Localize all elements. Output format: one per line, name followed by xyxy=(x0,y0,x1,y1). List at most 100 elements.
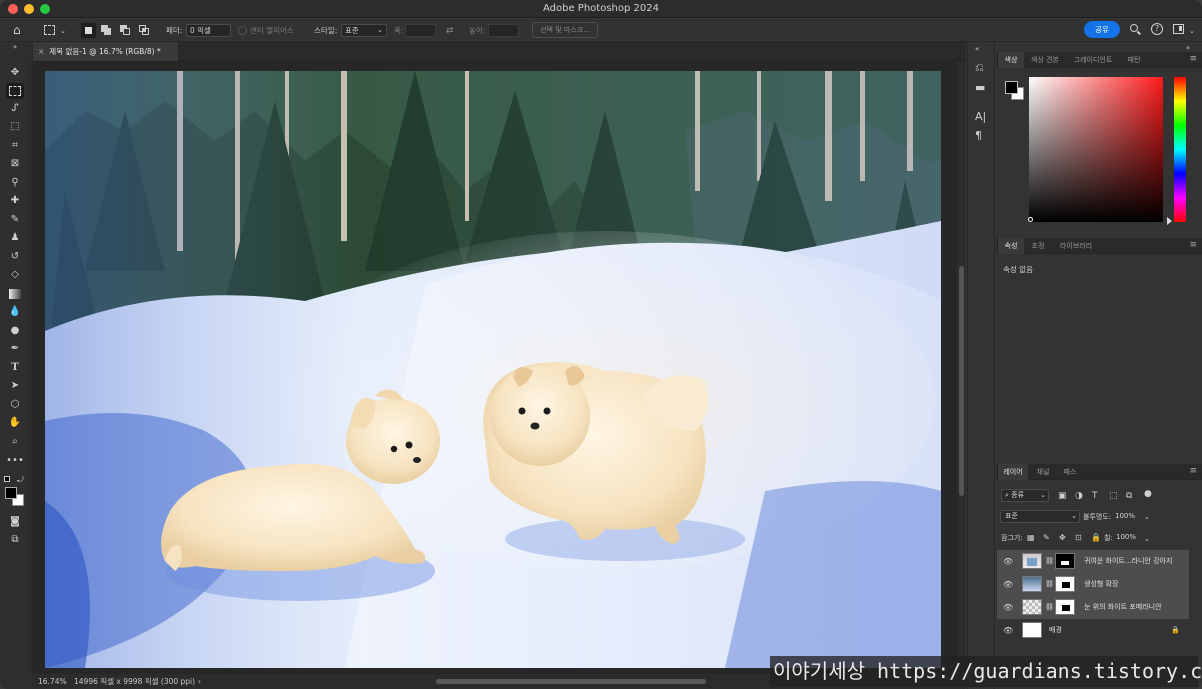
hue-slider-marker[interactable] xyxy=(1167,217,1172,225)
blend-mode-select[interactable]: 표준 ⌄ xyxy=(1000,510,1080,523)
brush-tool-icon[interactable]: ✎ xyxy=(6,212,24,228)
eye-icon[interactable]: 👁 xyxy=(1003,596,1013,619)
character-panel-icon[interactable]: A| xyxy=(975,111,986,123)
frame-tool-icon[interactable]: ⊠ xyxy=(6,156,24,172)
select-and-mask-button[interactable]: 선택 및 마스크... xyxy=(532,22,598,38)
filter-smart-object-icon[interactable]: ⧉ xyxy=(1126,490,1132,502)
link-icon[interactable]: ⛓ xyxy=(1045,573,1054,596)
add-to-selection-icon[interactable] xyxy=(101,25,112,36)
move-tool-icon[interactable]: ✥ xyxy=(6,65,24,81)
hand-tool-icon[interactable]: ✋ xyxy=(6,415,24,431)
clone-stamp-tool-icon[interactable]: ♟ xyxy=(6,230,24,246)
home-icon[interactable]: ⌂ xyxy=(13,24,21,36)
path-selection-tool-icon[interactable]: ➤ xyxy=(6,378,24,394)
layer-mask-thumbnail[interactable] xyxy=(1055,553,1075,569)
eye-icon[interactable]: 👁 xyxy=(1003,619,1013,642)
screen-mode-icon[interactable]: ⧉ xyxy=(6,532,24,548)
type-tool-icon[interactable]: T xyxy=(6,360,24,376)
close-tab-icon[interactable]: × xyxy=(38,47,44,56)
default-colors-icon[interactable] xyxy=(4,476,10,482)
foreground-color-swatch[interactable] xyxy=(5,487,17,499)
swap-colors-icon[interactable]: ⤾ xyxy=(17,474,24,486)
vertical-scroll-thumb[interactable] xyxy=(959,266,964,496)
tab-color[interactable]: 색상 xyxy=(998,52,1024,68)
help-icon[interactable]: ? xyxy=(1151,23,1163,35)
filter-toggle-icon[interactable]: ● xyxy=(1144,488,1152,500)
chevron-down-icon[interactable]: ⌄ xyxy=(60,25,66,37)
eye-icon[interactable]: 👁 xyxy=(1003,573,1013,596)
comments-panel-icon[interactable]: ▬ xyxy=(975,82,985,94)
collapse-chevron-icon[interactable]: « xyxy=(975,43,979,55)
hue-slider[interactable] xyxy=(1174,77,1186,222)
filter-pixel-icon[interactable]: ▣ xyxy=(1058,490,1067,502)
intersect-selection-icon[interactable] xyxy=(139,25,150,36)
height-input[interactable] xyxy=(488,24,519,37)
tab-adjustments[interactable]: 조정 xyxy=(1026,238,1050,254)
layer-name[interactable]: 생성형 확장 xyxy=(1084,573,1118,596)
subtract-from-selection-icon[interactable] xyxy=(120,25,131,36)
swap-dimensions-icon[interactable]: ⇄ xyxy=(446,25,454,37)
panel-menu-icon[interactable]: ≡ xyxy=(1189,238,1197,253)
filter-adjustment-icon[interactable]: ◑ xyxy=(1075,490,1083,502)
spot-healing-brush-icon[interactable]: ✚ xyxy=(6,193,24,209)
tab-paths[interactable]: 패스 xyxy=(1058,464,1082,480)
link-icon[interactable]: ⛓ xyxy=(1045,550,1054,573)
panel-menu-icon[interactable]: ≡ xyxy=(1189,52,1197,67)
panel-menu-icon[interactable]: ≡ xyxy=(1189,464,1197,479)
color-foreground-swatch[interactable] xyxy=(1005,81,1018,94)
layer-filter-select[interactable]: ⌕ 종류 ⌄ xyxy=(1001,489,1049,502)
style-select[interactable]: 표준 ⌄ xyxy=(341,24,387,37)
zoom-tool-icon[interactable]: ⌕ xyxy=(6,434,24,450)
tab-swatches[interactable]: 색상 견본 xyxy=(1026,52,1064,68)
color-field[interactable] xyxy=(1029,77,1163,222)
lock-image-icon[interactable]: ✎ xyxy=(1043,532,1050,544)
paragraph-panel-icon[interactable]: ¶ xyxy=(975,130,982,142)
pen-tool-icon[interactable]: ✒ xyxy=(6,341,24,357)
tab-layers[interactable]: 레이어 xyxy=(998,464,1028,480)
layer-row[interactable]: 👁 배경 🔒 xyxy=(997,619,1189,642)
document-info[interactable]: 14996 픽셀 x 9998 픽셀 (300 ppi) xyxy=(74,674,195,689)
share-button[interactable]: 공유 xyxy=(1084,21,1120,38)
blur-tool-icon[interactable]: 💧 xyxy=(6,304,24,320)
eraser-tool-icon[interactable]: ◇ xyxy=(6,267,24,283)
shape-tool-icon[interactable]: ⬡ xyxy=(6,397,24,413)
crop-tool-icon[interactable]: ⌗ xyxy=(6,138,24,154)
search-icon[interactable] xyxy=(1130,24,1141,35)
lock-transparent-icon[interactable]: ▦ xyxy=(1027,532,1035,544)
collapse-chevron-icon[interactable]: » xyxy=(6,42,24,52)
lock-all-icon[interactable]: 🔒 xyxy=(1091,532,1101,544)
dodge-tool-icon[interactable]: ● xyxy=(6,323,24,339)
layer-row[interactable]: 👁 ⛓ 생성형 확장 xyxy=(997,573,1189,596)
layer-row[interactable]: 👁 ⛓ 귀여운 화이트...라니안 강아지 xyxy=(997,550,1189,573)
lock-position-icon[interactable]: ✥ xyxy=(1059,532,1066,544)
layer-row[interactable]: 👁 ⛓ 눈 위의 화이트 포메라니안 xyxy=(997,596,1189,619)
fill-input[interactable]: 100% xyxy=(1116,533,1136,541)
layer-name[interactable]: 눈 위의 화이트 포메라니안 xyxy=(1084,596,1162,619)
opacity-input[interactable]: 100% xyxy=(1115,510,1141,523)
eyedropper-tool-icon[interactable]: ⚲ xyxy=(6,175,24,191)
chevron-down-icon[interactable]: ⌄ xyxy=(1189,25,1195,37)
marquee-tool-preset-icon[interactable] xyxy=(44,25,55,35)
tab-libraries[interactable]: 라이브러리 xyxy=(1054,238,1098,254)
document-tab[interactable]: × 제목 없음-1 @ 16.7% (RGB/8) * xyxy=(33,42,178,61)
gradient-tool-icon[interactable] xyxy=(6,286,24,302)
layer-mask-thumbnail[interactable] xyxy=(1055,576,1075,592)
chevron-right-icon[interactable]: › xyxy=(198,674,201,689)
workspace-icon[interactable] xyxy=(1173,24,1184,34)
layer-name[interactable]: 배경 xyxy=(1049,619,1062,642)
more-tools-icon[interactable]: ••• xyxy=(6,453,24,469)
eye-icon[interactable]: 👁 xyxy=(1003,550,1013,573)
new-selection-icon[interactable] xyxy=(81,23,96,38)
document-image[interactable] xyxy=(45,71,941,668)
tab-properties[interactable]: 속성 xyxy=(998,238,1024,254)
chevron-down-icon[interactable]: ⌄ xyxy=(1144,511,1150,523)
object-selection-tool-icon[interactable]: ⬚ xyxy=(6,119,24,135)
rectangular-marquee-tool-icon[interactable] xyxy=(6,83,24,99)
link-icon[interactable]: ⛓ xyxy=(1045,596,1054,619)
tab-patterns[interactable]: 패턴 xyxy=(1122,52,1146,68)
width-input[interactable] xyxy=(405,24,436,37)
vertical-scrollbar[interactable] xyxy=(957,61,966,674)
filter-shape-icon[interactable]: ⬚ xyxy=(1109,490,1118,502)
chevron-down-icon[interactable]: ⌄ xyxy=(1144,533,1150,545)
antialias-checkbox[interactable] xyxy=(238,26,247,35)
